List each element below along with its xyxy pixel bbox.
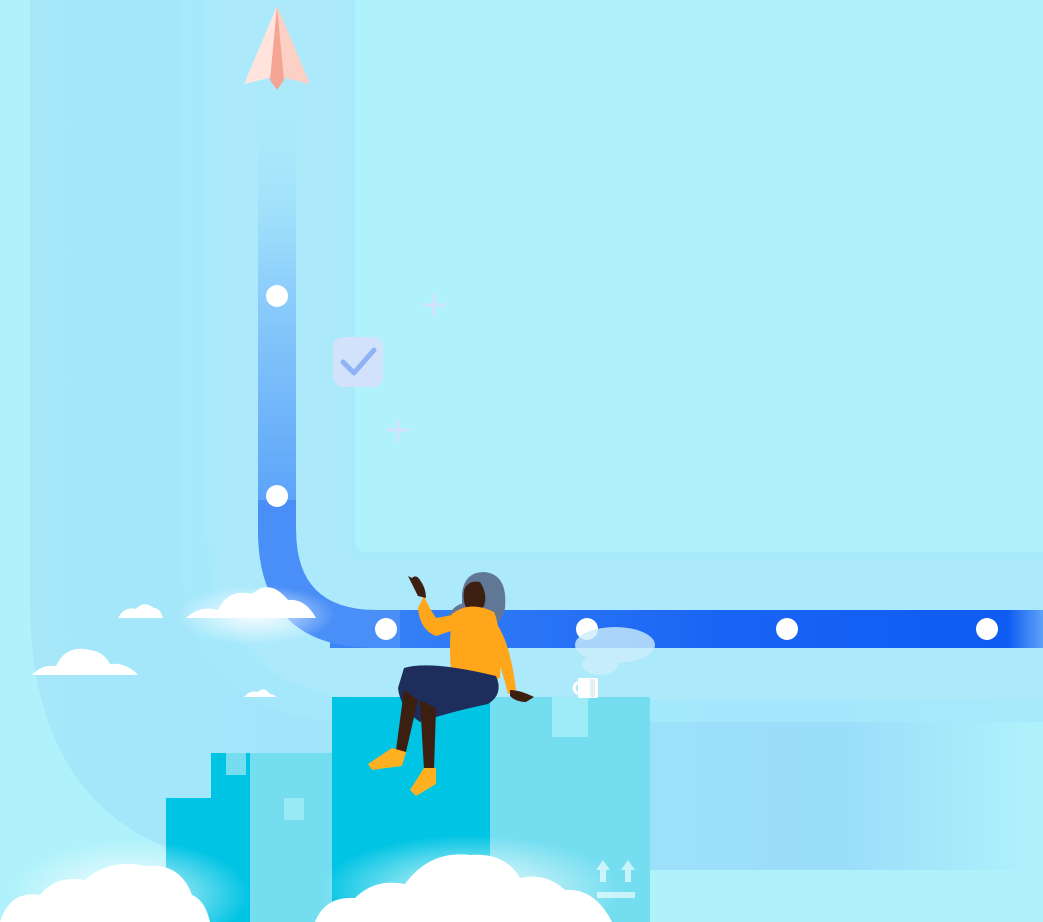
path-stop: [776, 618, 798, 640]
illustration-canvas: [0, 0, 1043, 922]
plus-icon: [422, 293, 446, 317]
path-stop: [976, 618, 998, 640]
cloud: [175, 585, 335, 645]
path-stop: [266, 285, 288, 307]
plus-icon: [386, 418, 410, 442]
checkbox-icon: [333, 337, 383, 387]
path-stop: [375, 618, 397, 640]
path-stop: [266, 485, 288, 507]
